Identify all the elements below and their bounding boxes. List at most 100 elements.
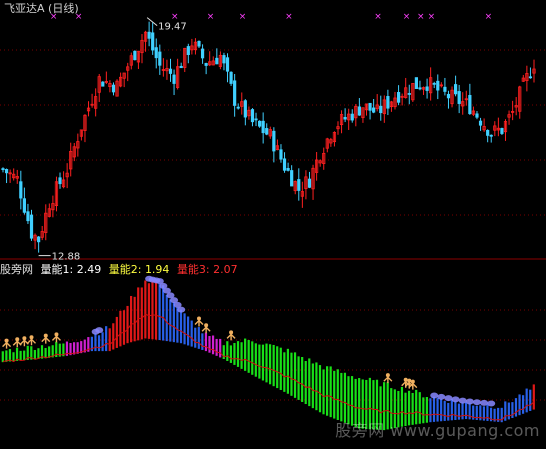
candle-body [486, 129, 490, 136]
volume-bar [326, 366, 329, 416]
signal-marker: × [485, 12, 493, 22]
person-marker-body [51, 335, 61, 343]
volume-bar [251, 341, 254, 375]
volume-bar [261, 344, 265, 381]
candle-body [133, 50, 137, 61]
volume-bar [162, 285, 165, 341]
volume-bar [293, 352, 297, 398]
legend-v1: 量能1: 2.49 [41, 263, 105, 276]
volume-bar [179, 309, 183, 344]
candle-body [225, 57, 230, 72]
volume-bar [236, 341, 240, 367]
candle-body [286, 168, 290, 171]
volume-bar [244, 338, 247, 371]
volume-bar [44, 347, 47, 359]
volume-bar [133, 296, 136, 342]
volume-bar [97, 335, 101, 352]
candle-body [432, 82, 436, 85]
candle-body [418, 87, 422, 90]
candle-body [414, 77, 418, 89]
volume-bar [1, 351, 4, 363]
volume-bar [94, 333, 97, 352]
person-marker-body [12, 340, 22, 348]
volume-bar [204, 332, 208, 352]
candle-body [407, 93, 411, 95]
candle-body [357, 106, 361, 116]
candle-body [261, 120, 265, 134]
volume-bar [115, 316, 118, 348]
volume-bar [122, 310, 126, 345]
candle-body [151, 32, 155, 51]
candle-body [372, 107, 376, 113]
volume-bar [201, 333, 204, 350]
volume-bar [219, 338, 222, 358]
volume-bar [33, 349, 36, 360]
volume-bar [308, 358, 311, 407]
candle-body [250, 109, 255, 123]
volume-bar [48, 346, 51, 358]
candle-body [254, 118, 258, 121]
volume-bar [529, 389, 532, 411]
candle-body [453, 84, 458, 95]
volume-bar [165, 294, 168, 342]
candle-body [272, 130, 276, 152]
legend-v3: 量能3: 2.07 [177, 263, 238, 276]
volume-bar [229, 345, 232, 363]
candle-body [158, 51, 162, 66]
candle-body [257, 120, 262, 127]
candle-body [22, 198, 26, 213]
candle-body [528, 76, 533, 79]
volume-bar [112, 323, 115, 350]
candle-body [265, 128, 269, 135]
indicator-name: 股旁网 [0, 263, 33, 276]
volume-bar [211, 335, 215, 355]
volume-bar [172, 302, 175, 343]
person-marker-body [408, 382, 418, 390]
candle-body [307, 178, 312, 188]
volume-bar [226, 341, 229, 361]
volume-bar [169, 299, 172, 342]
candle-body [233, 80, 237, 106]
volume-bar [283, 352, 286, 392]
signal-marker: × [239, 12, 247, 22]
candle-body [229, 71, 233, 84]
volume-bar [144, 280, 147, 339]
volume-bar [137, 287, 140, 341]
legend-v1-label: 量能1: [40, 263, 74, 276]
candle-body [468, 94, 472, 115]
volume-bar [147, 283, 151, 339]
volume-bar [187, 316, 190, 346]
candle-body [147, 31, 151, 39]
candle-body [343, 116, 347, 120]
candle-body [58, 177, 62, 185]
candle-body [478, 120, 483, 126]
volume-bar [23, 350, 26, 361]
volume-bar [183, 313, 186, 345]
candle-body [179, 65, 183, 69]
candle-body [236, 106, 240, 109]
signal-bubble [444, 395, 453, 402]
legend-v3-value: 2.07 [213, 263, 238, 276]
candle-body [500, 128, 504, 134]
signal-bubble [451, 396, 460, 403]
volume-bar [254, 343, 257, 377]
volume-bar [272, 344, 275, 387]
candle-body [446, 93, 451, 99]
volume-bar [290, 352, 293, 396]
volume-bar [276, 346, 279, 389]
volume-bar [514, 398, 518, 417]
signal-bubble [480, 399, 489, 406]
volume-bar [215, 338, 218, 356]
signal-bubble [458, 397, 467, 404]
volume-bar [208, 336, 211, 353]
volume-bar [518, 394, 521, 416]
signal-bubble [487, 400, 496, 407]
signal-bubble [430, 392, 439, 399]
volume-bar [329, 366, 332, 418]
volume-bar [340, 372, 343, 422]
signal-bubble [437, 393, 446, 400]
volume-bar [5, 350, 8, 362]
signal-marker: × [171, 12, 179, 22]
candle-body [243, 100, 247, 118]
chart-svg: 19.4712.88× × × × × × × × × × × [0, 12, 546, 431]
